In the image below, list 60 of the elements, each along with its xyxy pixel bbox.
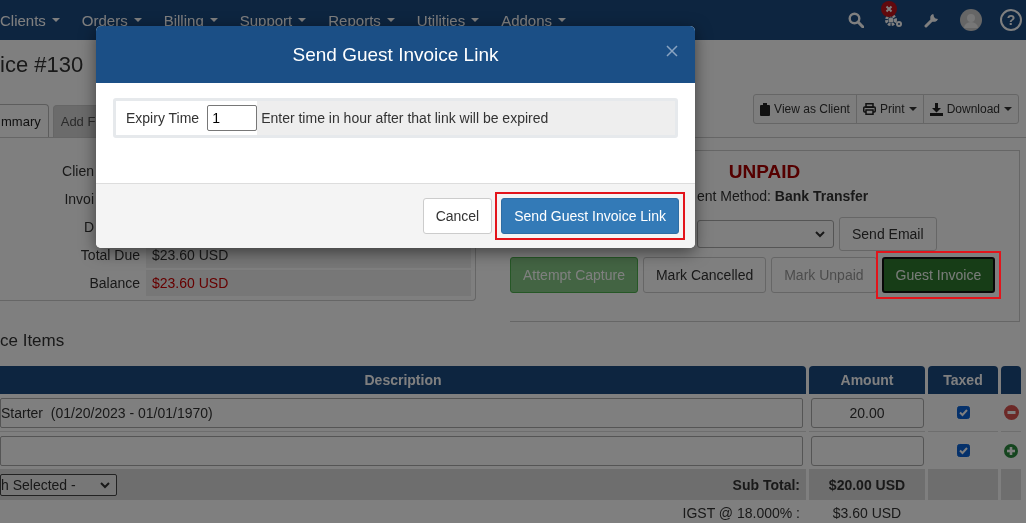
- help-icon[interactable]: ?: [1000, 9, 1022, 31]
- chevron-icon: [100, 481, 110, 489]
- toolbar-button[interactable]: Download: [922, 94, 1019, 124]
- description-field[interactable]: Starter (01/20/2023 - 01/01/1970): [0, 397, 803, 428]
- template-select[interactable]: [697, 220, 834, 248]
- description-field[interactable]: [0, 435, 803, 466]
- printer-icon: [862, 103, 876, 115]
- amount-field[interactable]: 20.00: [810, 397, 924, 428]
- field-label: Balance: [88, 275, 141, 291]
- help-text: Enter time in hour after that link will be expired: [257, 101, 675, 135]
- dialog-button[interactable]: Cancel: [422, 198, 493, 234]
- clipboard-icon: [760, 102, 771, 116]
- close-icon[interactable]: [666, 45, 678, 57]
- toolbar-button[interactable]: View as Client: [753, 94, 857, 124]
- field-label: D: [82, 219, 95, 235]
- chevron-icon: [815, 230, 825, 238]
- gears-icon[interactable]: [884, 12, 904, 28]
- total-label: Sub Total:: [732, 477, 800, 493]
- download-icon: [929, 102, 943, 116]
- section-heading: ce Items: [0, 330, 65, 352]
- field-label: Clien: [61, 163, 95, 179]
- column-header: Taxed: [928, 366, 998, 394]
- tab[interactable]: mmary: [0, 104, 49, 137]
- page-title: ice #130: [0, 52, 84, 78]
- nav-menu-item[interactable]: Clients: [0, 11, 60, 29]
- caret-icon: [133, 18, 142, 22]
- avatar-icon[interactable]: [960, 9, 982, 31]
- total-value: $20.00 USD: [828, 477, 906, 493]
- field-label: Invoi: [63, 191, 95, 207]
- total-value: $3.60 USD: [832, 505, 902, 521]
- search-icon[interactable]: [848, 12, 864, 28]
- payment-method-text: ent Method: Bank Transfer: [696, 187, 870, 205]
- bulk-action-select[interactable]: h Selected -: [0, 474, 117, 496]
- wrench-icon[interactable]: [924, 12, 940, 28]
- action-button[interactable]: Mark Cancelled: [642, 257, 767, 293]
- expiry-time-field[interactable]: 1: [207, 105, 258, 131]
- column-header: Description: [0, 366, 806, 394]
- checkbox[interactable]: [956, 406, 970, 419]
- caret-icon: [209, 18, 218, 22]
- column-header: [1001, 366, 1021, 394]
- caret-icon: [298, 18, 307, 22]
- status-label: UNPAID: [727, 161, 802, 183]
- caret-icon: [558, 18, 567, 22]
- column-header: Amount: [809, 366, 925, 394]
- dialog-title: Send Guest Invoice Link: [292, 43, 499, 66]
- add-icon[interactable]: [1004, 443, 1018, 458]
- alert-badge-icon: [881, 1, 897, 17]
- send-email-button[interactable]: Send Email: [839, 217, 937, 251]
- dialog-button[interactable]: Send Guest Invoice Link: [501, 198, 679, 234]
- field-label: Total Due: [79, 247, 141, 263]
- remove-icon[interactable]: [1003, 405, 1019, 420]
- caret-icon: [51, 18, 60, 22]
- field-value: $23.60 USD: [146, 270, 471, 296]
- caret-icon: [386, 18, 395, 22]
- toolbar-button[interactable]: Print: [855, 94, 924, 124]
- caret-icon: [471, 18, 480, 22]
- checkbox[interactable]: [956, 444, 970, 457]
- amount-field[interactable]: [810, 435, 924, 466]
- action-button[interactable]: Guest Invoice: [881, 257, 996, 293]
- total-label: IGST @ 18.000% :: [682, 505, 800, 521]
